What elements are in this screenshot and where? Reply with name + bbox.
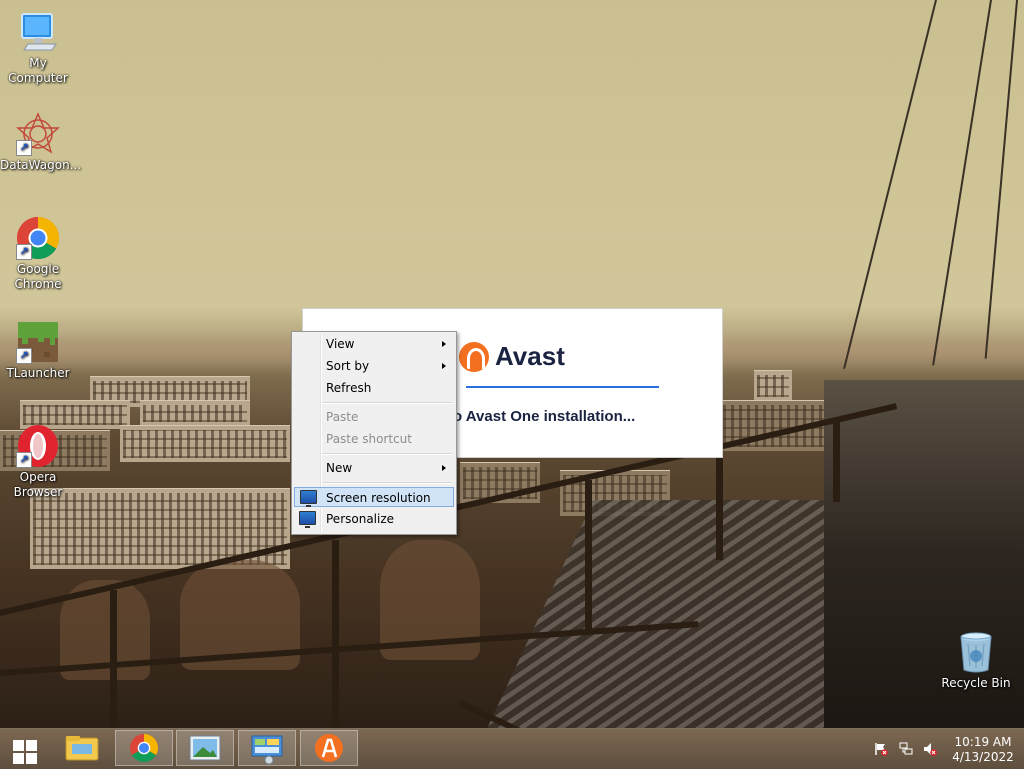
- file-explorer-icon: [65, 736, 99, 761]
- desktop-icon-label: Google Chrome: [14, 262, 62, 291]
- menu-item-label: Paste: [326, 410, 359, 424]
- avast-icon: [315, 734, 343, 762]
- desktop-icon-datawagon[interactable]: ↗ DataWagon...: [0, 112, 82, 173]
- desktop-icon-recycle-bin[interactable]: Recycle Bin: [936, 630, 1016, 691]
- action-center-flag-icon[interactable]: [874, 742, 888, 756]
- desktop-icon-tlauncher[interactable]: ↗ TLauncher: [0, 320, 76, 381]
- desktop-icon-label: My Computer: [8, 56, 68, 85]
- wallpaper-railing-post: [585, 480, 592, 630]
- windows-logo-pane: [26, 753, 37, 764]
- control-panel-icon: [251, 735, 283, 765]
- clock-time: 10:19 AM: [954, 735, 1012, 749]
- menu-item-paste-shortcut[interactable]: Paste shortcut: [294, 429, 454, 449]
- opera-icon: ↗: [16, 424, 60, 468]
- menu-item-label: Screen resolution: [326, 491, 431, 505]
- volume-muted-icon[interactable]: [923, 742, 937, 756]
- avast-brand-name: Avast: [495, 341, 565, 371]
- minecraft-grass-block-icon: ↗: [16, 320, 60, 364]
- wallpaper-railing-post: [833, 420, 840, 502]
- shortcut-arrow-icon: ↗: [16, 140, 32, 156]
- desktop-icon-label: Opera Browser: [13, 470, 63, 499]
- menu-item-personalize[interactable]: Personalize: [294, 509, 454, 529]
- desktop-context-menu: View Sort by Refresh Paste Paste shortcu…: [291, 331, 457, 535]
- taskbar-file-explorer[interactable]: [54, 730, 112, 766]
- taskbar-chrome[interactable]: [115, 730, 173, 766]
- desktop-icon-label: DataWagon...: [0, 158, 82, 172]
- taskbar-control-panel[interactable]: [238, 730, 296, 766]
- desktop-icon-label: Recycle Bin: [941, 676, 1011, 690]
- menu-separator: [322, 453, 452, 455]
- photos-icon: [189, 735, 221, 761]
- menu-item-paste[interactable]: Paste: [294, 407, 454, 427]
- avast-install-status: o Avast One installation...: [453, 408, 636, 425]
- screen-resolution-icon: [300, 490, 317, 507]
- wallpaper-building: [754, 370, 792, 401]
- wallpaper-wire: [984, 0, 1018, 359]
- windows-logo-pane: [26, 740, 37, 751]
- menu-separator: [322, 482, 452, 484]
- menu-item-label: Personalize: [326, 512, 395, 526]
- recycle-bin-icon: [954, 630, 998, 674]
- desktop-icon-my-computer[interactable]: My Computer: [0, 10, 76, 86]
- menu-separator: [322, 402, 452, 404]
- shortcut-arrow-icon: ↗: [16, 452, 32, 468]
- shortcut-arrow-icon: ↗: [16, 348, 32, 364]
- wallpaper-railing-post: [110, 590, 117, 728]
- menu-item-sort-by[interactable]: Sort by: [294, 356, 454, 376]
- wallpaper-railing-post: [332, 540, 339, 728]
- network-icon[interactable]: [899, 742, 913, 756]
- menu-item-label: View: [326, 337, 355, 351]
- desktop-icon-google-chrome[interactable]: ↗ Google Chrome: [0, 216, 76, 292]
- menu-item-refresh[interactable]: Refresh: [294, 378, 454, 398]
- taskbar-clock[interactable]: 10:19 AM 4/13/2022: [948, 735, 1018, 765]
- menu-item-screen-resolution[interactable]: Screen resolution: [294, 487, 454, 507]
- datawagon-icon: ↗: [16, 112, 60, 156]
- menu-item-label: Paste shortcut: [326, 432, 412, 446]
- windows-logo-pane: [13, 753, 24, 764]
- wallpaper-building: [140, 400, 250, 426]
- shortcut-arrow-icon: ↗: [16, 244, 32, 260]
- chrome-icon: [130, 734, 158, 762]
- wallpaper-wire: [843, 0, 937, 369]
- wallpaper-railing-post: [716, 445, 723, 560]
- computer-icon: [16, 10, 60, 54]
- wallpaper-building: [120, 425, 290, 462]
- chrome-icon: ↗: [16, 216, 60, 260]
- submenu-arrow-icon: [442, 363, 446, 369]
- submenu-arrow-icon: [442, 341, 446, 347]
- submenu-arrow-icon: [442, 465, 446, 471]
- start-button[interactable]: [4, 731, 46, 767]
- desktop-icon-label: TLauncher: [6, 366, 70, 380]
- windows-logo-icon: [13, 740, 24, 751]
- menu-item-view[interactable]: View: [294, 334, 454, 354]
- desktop-icon-opera[interactable]: ↗ Opera Browser: [0, 424, 76, 500]
- wallpaper-wire: [932, 0, 992, 366]
- menu-item-label: Refresh: [326, 381, 372, 395]
- avast-logo: Avast: [459, 341, 565, 372]
- menu-item-label: Sort by: [326, 359, 370, 373]
- avast-progress-bar: [466, 386, 659, 388]
- menu-item-new[interactable]: New: [294, 458, 454, 478]
- personalize-icon: [299, 511, 316, 528]
- menu-item-label: New: [326, 461, 353, 475]
- taskbar: 10:19 AM 4/13/2022: [0, 728, 1024, 769]
- clock-date: 4/13/2022: [952, 750, 1014, 764]
- taskbar-photos[interactable]: [176, 730, 234, 766]
- taskbar-avast[interactable]: [300, 730, 358, 766]
- avast-logo-icon: [459, 341, 489, 372]
